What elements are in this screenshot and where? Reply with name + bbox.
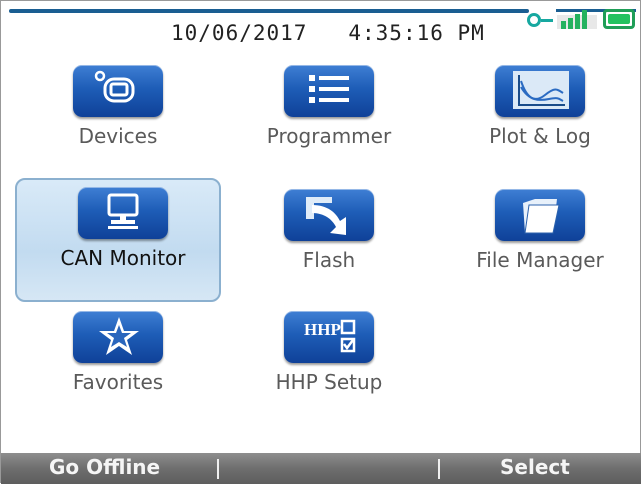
signal-strength-icon xyxy=(557,10,597,29)
time-text: 4:35:16 PM xyxy=(348,21,485,45)
star-icon xyxy=(99,317,139,355)
go-offline-softkey[interactable]: Go Offline xyxy=(49,455,160,479)
app-label-plot-log: Plot & Log xyxy=(489,124,591,148)
connection-line-icon xyxy=(541,19,553,22)
flash-icon-box xyxy=(284,189,374,241)
devices-icon xyxy=(94,70,135,103)
app-tile-file-manager[interactable]: File Manager xyxy=(440,177,640,297)
softkey-separator-left xyxy=(217,459,219,479)
app-label-file-manager: File Manager xyxy=(476,248,604,272)
select-softkey[interactable]: Select xyxy=(500,455,570,479)
app-label-favorites: Favorites xyxy=(72,370,164,394)
battery-icon xyxy=(603,9,635,29)
app-label-programmer: Programmer xyxy=(266,124,392,148)
favorites-icon-box xyxy=(73,311,163,363)
date-text: 10/06/2017 xyxy=(171,21,308,45)
app-tile-flash[interactable]: Flash xyxy=(229,177,429,297)
app-label-can-monitor: CAN Monitor xyxy=(60,246,186,270)
list-icon xyxy=(309,75,349,103)
plot-icon xyxy=(513,71,569,109)
date-time-display: 10/06/2017 4:35:16 PM xyxy=(171,21,485,45)
battery-level xyxy=(608,14,630,24)
app-label-flash: Flash xyxy=(302,248,356,272)
can-monitor-icon-box xyxy=(78,187,168,239)
monitor-icon xyxy=(107,193,139,229)
app-label-hhp-setup: HHP Setup xyxy=(275,370,383,394)
devices-icon-box xyxy=(73,65,163,117)
app-tile-favorites[interactable]: Favorites xyxy=(18,299,218,419)
connection-icon xyxy=(527,13,541,27)
plot-log-icon-box xyxy=(495,65,585,117)
status-bar: 10/06/2017 4:35:16 PM xyxy=(1,1,641,51)
softkey-separator-right xyxy=(438,459,440,479)
softkey-bar: Go Offline Select xyxy=(1,453,641,484)
programmer-icon-box xyxy=(284,65,374,117)
app-tile-can-monitor[interactable]: CAN Monitor xyxy=(15,178,223,302)
flash-arrow-icon xyxy=(306,197,346,235)
app-tile-plot-log[interactable]: Plot & Log xyxy=(440,53,640,173)
hhp-icon-text: HHP xyxy=(304,320,341,339)
file-manager-icon-box xyxy=(495,189,585,241)
status-bar-rule xyxy=(9,9,529,13)
app-tile-hhp-setup[interactable]: HHP HHP Setup xyxy=(229,299,429,419)
folder-icon xyxy=(523,199,560,234)
status-icons xyxy=(521,3,636,39)
app-tile-devices[interactable]: Devices xyxy=(18,53,218,173)
hhp-checklist-icon: HHP xyxy=(304,319,356,353)
handheld-screen: 10/06/2017 4:35:16 PM Devices Programmer… xyxy=(0,0,641,484)
hhp-setup-icon-box: HHP xyxy=(284,311,374,363)
app-label-devices: Devices xyxy=(78,124,158,148)
app-tile-programmer[interactable]: Programmer xyxy=(229,53,429,173)
